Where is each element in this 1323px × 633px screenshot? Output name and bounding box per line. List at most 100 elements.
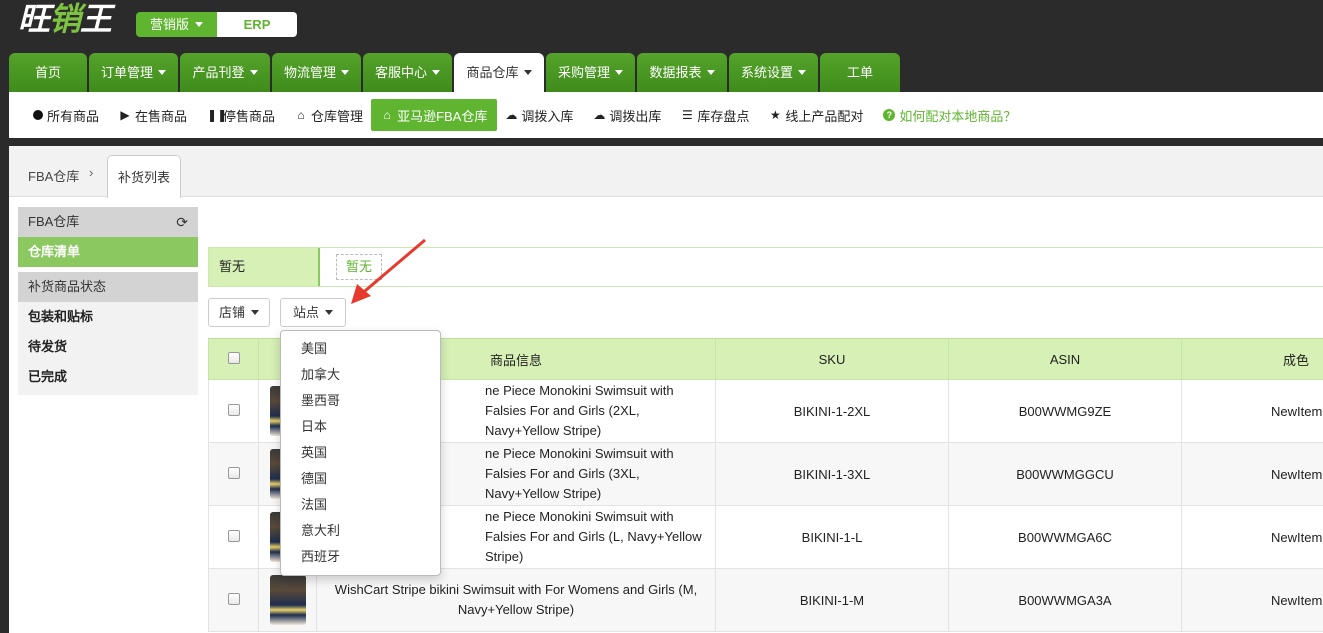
caret-down-icon bbox=[195, 22, 204, 27]
nav-label: 商品仓库 bbox=[466, 64, 519, 80]
list-icon: ☰ bbox=[682, 108, 693, 122]
nav-reports[interactable]: 数据报表 bbox=[637, 53, 727, 92]
subnav-transfer-in[interactable]: ☁ 调拨入库 bbox=[505, 99, 573, 131]
row-checkbox[interactable] bbox=[227, 529, 240, 542]
app-logo[interactable]: 旺销王 bbox=[18, 0, 112, 38]
subnav-label: 在售商品 bbox=[135, 108, 188, 124]
top-header: 旺销王 营销版 ERP 首页 订单管理 产品刊登 物流管理 客服中心 商品仓库 … bbox=[0, 0, 1323, 92]
subnav-help-link[interactable]: ? 如何配对本地商品？ bbox=[883, 99, 1016, 131]
subnav-warehouse-mgmt[interactable]: ⌂ 仓库管理 bbox=[295, 99, 363, 131]
star-icon: ★ bbox=[770, 108, 781, 122]
site-option-es[interactable]: 西班牙 bbox=[281, 544, 440, 570]
refresh-icon[interactable]: ⟳ bbox=[176, 207, 188, 237]
edition-label: 营销版 bbox=[150, 17, 190, 32]
table-row[interactable]: WishCart Stripe bikini Swimsuit with For… bbox=[208, 568, 1323, 632]
select-all-checkbox[interactable] bbox=[227, 351, 240, 364]
row-checkbox[interactable] bbox=[227, 466, 240, 479]
subnav-stocktake[interactable]: ☰ 库存盘点 bbox=[681, 99, 749, 131]
nav-label: 采购管理 bbox=[558, 64, 611, 80]
subnav-transfer-out[interactable]: ☁ 调拨出库 bbox=[593, 99, 661, 131]
nav-settings[interactable]: 系统设置 bbox=[729, 53, 818, 92]
site-option-jp[interactable]: 日本 bbox=[281, 414, 440, 440]
sidebar: FBA仓库 ⟳ 仓库清单 补货商品状态 包装和贴标 待发货 已完成 bbox=[18, 207, 198, 395]
nav-logistics[interactable]: 物流管理 bbox=[272, 53, 361, 92]
row-checkbox[interactable] bbox=[227, 403, 240, 416]
subnav-label: 调拨出库 bbox=[609, 108, 662, 124]
help-icon: ? bbox=[883, 109, 896, 121]
caret-down-icon bbox=[615, 70, 624, 75]
annotation-arrow-icon bbox=[351, 238, 426, 304]
site-filter-button[interactable]: 站点 bbox=[280, 298, 347, 327]
product-sku: BIKINI-1-L bbox=[715, 505, 949, 569]
site-option-us[interactable]: 美国 bbox=[281, 336, 440, 362]
nav-purchase[interactable]: 采购管理 bbox=[546, 53, 635, 92]
subnav-all-products[interactable]: 所有商品 bbox=[33, 99, 99, 131]
sidebar-item-completed[interactable]: 已完成 bbox=[18, 362, 198, 392]
sidebar-item-packing[interactable]: 包装和贴标 bbox=[18, 302, 198, 332]
nav-home[interactable]: 首页 bbox=[9, 53, 87, 92]
product-thumbnail bbox=[269, 575, 306, 625]
column-header-sku: SKU bbox=[715, 338, 949, 380]
nav-listing[interactable]: 产品刊登 bbox=[180, 53, 270, 92]
nav-label: 物流管理 bbox=[284, 64, 337, 80]
caret-down-icon bbox=[251, 310, 260, 315]
nav-tickets[interactable]: 工单 bbox=[820, 53, 900, 92]
subnav-amazon-fba[interactable]: ⌂ 亚马逊FBA仓库 bbox=[371, 99, 498, 131]
caret-down-icon bbox=[341, 70, 350, 75]
nav-label: 系统设置 bbox=[741, 64, 794, 80]
subnav-label: 停售商品 bbox=[223, 108, 276, 124]
product-asin: B00WWMGA3A bbox=[948, 568, 1182, 632]
caret-down-icon bbox=[798, 70, 807, 75]
filter-label: 暂无 bbox=[209, 248, 320, 286]
subnav-label: 库存盘点 bbox=[697, 108, 750, 124]
edition-switcher: 营销版 ERP bbox=[136, 12, 298, 37]
nav-warehouse[interactable]: 商品仓库 bbox=[454, 53, 544, 92]
button-label: 站点 bbox=[293, 305, 320, 320]
tab-replenishment-list[interactable]: 补货列表 bbox=[107, 155, 181, 198]
home-icon: ⌂ bbox=[297, 108, 305, 122]
product-asin: B00WWMGA6C bbox=[948, 505, 1182, 569]
product-sku: BIKINI-1-M bbox=[715, 568, 949, 632]
caret-down-icon bbox=[249, 70, 258, 75]
cloud-upload-icon: ☁ bbox=[505, 108, 518, 122]
nav-service[interactable]: 客服中心 bbox=[363, 53, 452, 92]
breadcrumb-fba[interactable]: FBA仓库 bbox=[28, 166, 79, 185]
sidebar-item-pending-ship[interactable]: 待发货 bbox=[18, 332, 198, 362]
play-icon: ▶ bbox=[120, 108, 130, 122]
subnav-label: 所有商品 bbox=[47, 108, 100, 124]
nav-label: 首页 bbox=[34, 64, 61, 80]
button-label: 店铺 bbox=[219, 305, 246, 320]
sidebar-item-inventory-list[interactable]: 仓库清单 bbox=[18, 237, 198, 267]
site-dropdown-menu: 美国 加拿大 墨西哥 日本 英国 德国 法国 意大利 西班牙 bbox=[280, 330, 441, 576]
subnav-stopped[interactable]: ❚❚ 停售商品 bbox=[207, 99, 275, 131]
site-option-uk[interactable]: 英国 bbox=[281, 440, 440, 466]
shop-filter-button[interactable]: 店铺 bbox=[208, 298, 271, 327]
nav-label: 工单 bbox=[846, 64, 873, 80]
caret-down-icon bbox=[523, 70, 532, 75]
edition-dropdown[interactable]: 营销版 bbox=[136, 12, 218, 37]
row-checkbox[interactable] bbox=[227, 592, 240, 605]
subnav-on-sale[interactable]: ▶ 在售商品 bbox=[119, 99, 187, 131]
product-name[interactable]: WishCart Stripe bikini Swimsuit with For… bbox=[316, 568, 716, 632]
product-condition: NewItem bbox=[1181, 379, 1323, 443]
caret-down-icon bbox=[158, 70, 167, 75]
circle-icon bbox=[33, 110, 43, 120]
cloud-download-icon: ☁ bbox=[593, 108, 606, 122]
nav-label: 数据报表 bbox=[649, 64, 702, 80]
nav-label: 订单管理 bbox=[101, 64, 154, 80]
site-option-de[interactable]: 德国 bbox=[281, 466, 440, 492]
subnav-label: 亚马逊FBA仓库 bbox=[397, 108, 488, 124]
nav-label: 客服中心 bbox=[375, 64, 428, 80]
sidebar-section-fba: FBA仓库 ⟳ bbox=[18, 207, 198, 237]
caret-down-icon bbox=[432, 70, 441, 75]
site-option-ca[interactable]: 加拿大 bbox=[281, 362, 440, 388]
erp-button[interactable]: ERP bbox=[217, 12, 298, 37]
site-option-mx[interactable]: 墨西哥 bbox=[281, 388, 440, 414]
nav-orders[interactable]: 订单管理 bbox=[89, 53, 178, 92]
breadcrumb: FBA仓库 › 补货列表 bbox=[9, 146, 1323, 198]
product-asin: B00WWMG9ZE bbox=[948, 379, 1182, 443]
subnav-product-match[interactable]: ★ 线上产品配对 bbox=[769, 99, 863, 131]
caret-down-icon bbox=[706, 70, 715, 75]
site-option-it[interactable]: 意大利 bbox=[281, 518, 440, 544]
site-option-fr[interactable]: 法国 bbox=[281, 492, 440, 518]
